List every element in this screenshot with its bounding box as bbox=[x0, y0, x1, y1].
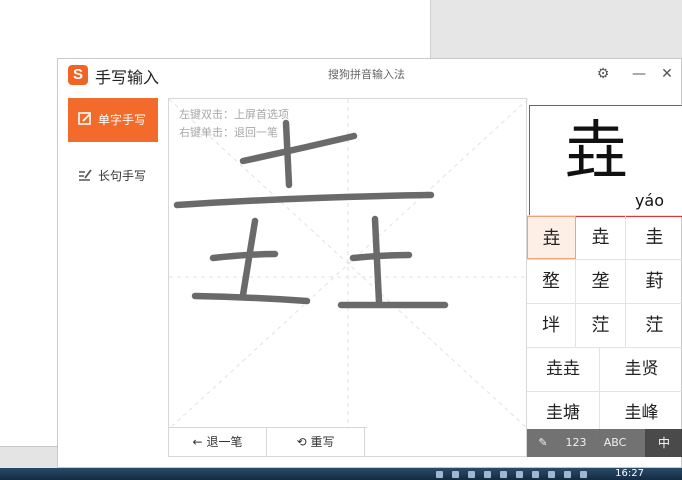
mode-number-button[interactable]: 123 bbox=[559, 429, 593, 457]
tray-icon[interactable] bbox=[516, 471, 523, 478]
candidate-grid: 垚 垚 圭 堥 垄 葑 坢 茳 茳 垚垚 圭贤 圭塘 圭峰 bbox=[527, 215, 682, 435]
undo-arrow-icon: ← bbox=[192, 435, 203, 449]
sidebar-item-sentence[interactable]: 长句手写 bbox=[68, 159, 158, 193]
candidate-item[interactable]: 堥 bbox=[527, 260, 576, 303]
candidate-item[interactable]: 茳 bbox=[626, 304, 682, 347]
handwriting-window: S 手写输入 搜狗拼音输入法 ⚙ — ✕ 单字手写 长句手写 左键双击：上屏首选… bbox=[57, 58, 682, 468]
candidate-item[interactable]: 圭贤 bbox=[600, 348, 682, 391]
sidebar-item-label: 单字手写 bbox=[98, 113, 147, 127]
candidate-row: 垚垚 圭贤 bbox=[527, 348, 682, 392]
sogou-logo-icon: S bbox=[68, 65, 88, 85]
pen-square-icon bbox=[78, 112, 91, 125]
preview-pinyin: yáo bbox=[634, 191, 664, 210]
sidebar-item-single-char[interactable]: 单字手写 bbox=[68, 98, 158, 142]
candidate-item[interactable]: 垄 bbox=[576, 260, 626, 303]
tray-icon[interactable] bbox=[548, 471, 555, 478]
candidate-item[interactable]: 垚 bbox=[576, 216, 626, 259]
sidebar-item-label: 长句手写 bbox=[98, 169, 147, 183]
handwriting-canvas[interactable]: 左键双击：上屏首选项 右键单击：退回一笔 ← 退一笔 ⟲ 重写 bbox=[168, 98, 528, 457]
tray-icon[interactable] bbox=[532, 471, 539, 478]
mode-handwrite-button[interactable]: ✎ bbox=[527, 429, 559, 457]
button-label: 重写 bbox=[310, 435, 335, 449]
close-button[interactable]: ✕ bbox=[656, 63, 678, 85]
mode-chinese-button[interactable]: 中 bbox=[645, 429, 682, 457]
candidate-item[interactable]: 坢 bbox=[527, 304, 576, 347]
tray-icon[interactable] bbox=[436, 471, 443, 478]
hint-double-click: 左键双击：上屏首选项 bbox=[179, 108, 289, 121]
taskbar-clock[interactable]: 16:27 bbox=[615, 468, 644, 480]
input-mode-bar: ✎ 123 ABC 中 bbox=[527, 429, 682, 457]
candidate-item[interactable]: 圭 bbox=[626, 216, 682, 259]
undo-stroke-button[interactable]: ← 退一笔 bbox=[169, 428, 267, 456]
guide-lines bbox=[169, 99, 528, 429]
candidate-item[interactable]: 茳 bbox=[576, 304, 626, 347]
tray-icon[interactable] bbox=[500, 471, 507, 478]
taskbar: 16:27 bbox=[0, 468, 682, 480]
ime-name: 搜狗拼音输入法 bbox=[328, 68, 405, 81]
stroke-layer bbox=[169, 99, 528, 429]
tray-icon[interactable] bbox=[452, 471, 459, 478]
minimize-button[interactable]: — bbox=[628, 63, 650, 85]
candidate-row: 坢 茳 茳 bbox=[527, 304, 682, 348]
pen-strokes bbox=[173, 119, 449, 309]
pen-lines-icon bbox=[79, 169, 92, 181]
settings-gear-icon[interactable]: ⚙ bbox=[592, 63, 614, 85]
rewrite-button[interactable]: ⟲ 重写 bbox=[267, 428, 365, 456]
button-label: 退一笔 bbox=[206, 435, 243, 449]
tray-icon[interactable] bbox=[564, 471, 571, 478]
candidate-item[interactable]: 垚 bbox=[527, 216, 576, 259]
candidate-row: 垚 垚 圭 bbox=[527, 216, 682, 260]
candidate-item[interactable]: 葑 bbox=[626, 260, 682, 303]
preview-character: 垚 bbox=[564, 115, 628, 189]
candidate-row: 堥 垄 葑 bbox=[527, 260, 682, 304]
hint-right-click: 右键单击：退回一笔 bbox=[179, 126, 278, 139]
mode-letter-button[interactable]: ABC bbox=[593, 429, 637, 457]
canvas-toolbar: ← 退一笔 ⟲ 重写 bbox=[169, 427, 367, 456]
preview-box: 垚 yáo bbox=[529, 105, 682, 217]
candidate-item[interactable]: 垚垚 bbox=[527, 348, 600, 391]
rewrite-icon: ⟲ bbox=[296, 435, 307, 449]
title-bar[interactable]: S 手写输入 搜狗拼音输入法 ⚙ — ✕ bbox=[58, 59, 681, 91]
tray-icon[interactable] bbox=[468, 471, 475, 478]
tray-icon[interactable] bbox=[580, 471, 587, 478]
app-title: 手写输入 bbox=[95, 68, 160, 87]
tray-icon[interactable] bbox=[484, 471, 491, 478]
desktop-background bbox=[430, 0, 682, 58]
